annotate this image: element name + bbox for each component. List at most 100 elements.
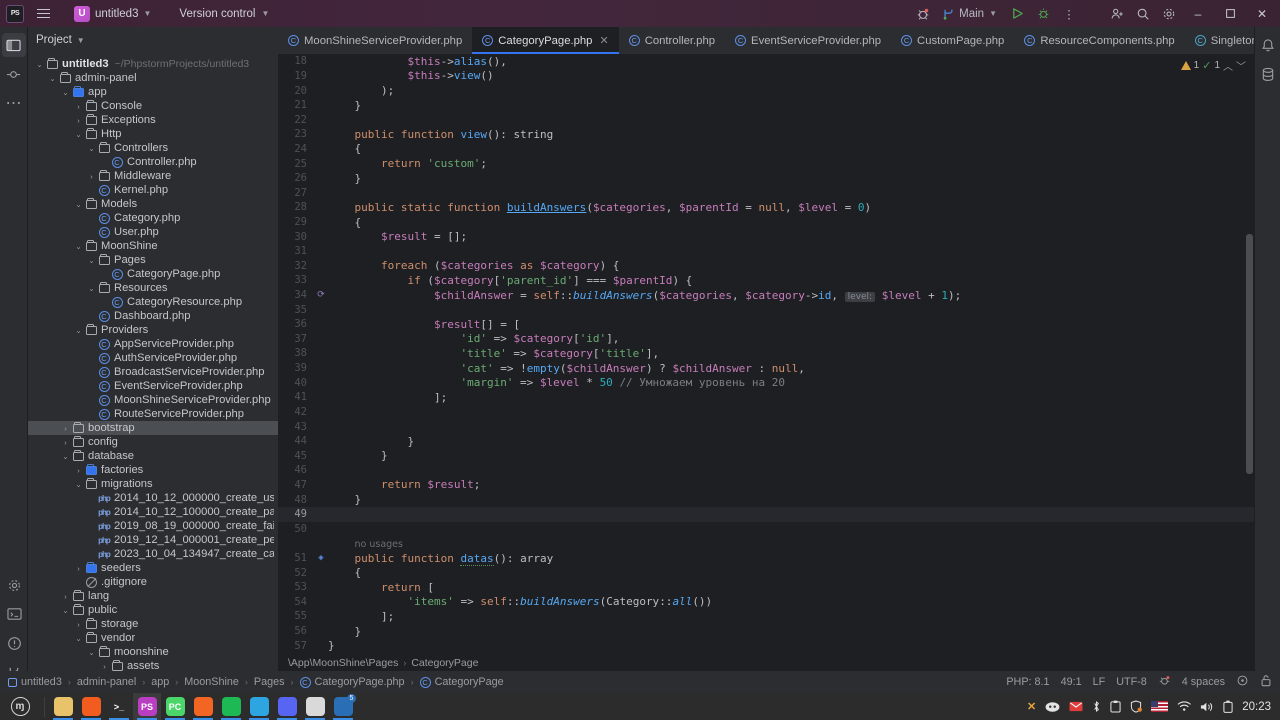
tree-item-http[interactable]: ⌄ Http bbox=[28, 127, 278, 141]
chevron-right-icon[interactable]: › bbox=[73, 116, 84, 125]
lock-status-icon[interactable] bbox=[1260, 674, 1272, 690]
taskbar-clock[interactable]: 20:23 bbox=[1242, 701, 1271, 713]
discord-tray-icon[interactable] bbox=[1045, 701, 1060, 713]
tree-item-pages[interactable]: ⌄ Pages bbox=[28, 253, 278, 267]
code-line[interactable]: 57} bbox=[278, 638, 1254, 653]
pycharm-app[interactable]: PC bbox=[161, 693, 189, 720]
chevron-right-icon[interactable]: › bbox=[73, 620, 84, 629]
chevron-down-icon[interactable]: ⌄ bbox=[60, 606, 71, 615]
tree-item-routeserviceprovider-php[interactable]: C RouteServiceProvider.php bbox=[28, 407, 278, 421]
tree-item-gitignore[interactable]: .gitignore bbox=[28, 575, 278, 589]
bug-icon[interactable] bbox=[910, 3, 936, 25]
code-line[interactable]: 19 $this->view() bbox=[278, 69, 1254, 84]
more-tools-icon[interactable]: ⋯ bbox=[2, 91, 26, 115]
inspections-status-icon[interactable] bbox=[1158, 674, 1171, 690]
terminal-app[interactable]: >_ bbox=[105, 693, 133, 720]
code-line[interactable]: no usages bbox=[278, 536, 1254, 551]
chevron-down-icon[interactable]: ⌄ bbox=[86, 284, 97, 293]
code-lines[interactable]: 18 $this->alias(), 19 $this->view() 20 ); 2… bbox=[278, 54, 1254, 655]
close-tab-icon[interactable]: ✕ bbox=[599, 34, 608, 47]
us-flag-icon[interactable] bbox=[1151, 701, 1169, 712]
code-line[interactable]: 53 return [ bbox=[278, 580, 1254, 595]
start-menu-button[interactable]: ɱ bbox=[0, 693, 40, 720]
breadcrumb-namespace[interactable]: \App\MoonShine\Pages bbox=[288, 657, 398, 669]
tree-item-untitled3[interactable]: ⌄ untitled3 ~/PhpstormProjects/untitled3 bbox=[28, 57, 278, 71]
tree-item-user-php[interactable]: C User.php bbox=[28, 225, 278, 239]
tree-item-appserviceprovider-php[interactable]: C AppServiceProvider.php bbox=[28, 337, 278, 351]
settings-sync-icon[interactable] bbox=[2, 573, 26, 597]
tree-item-2014-10-12-000000-create-users-table[interactable]: php2014_10_12_000000_create_users_table bbox=[28, 491, 278, 505]
code-line[interactable]: 21 } bbox=[278, 98, 1254, 113]
tree-item-seeders[interactable]: › seeders bbox=[28, 561, 278, 575]
terminal-tool-icon[interactable] bbox=[2, 602, 26, 626]
code-line[interactable]: 35 bbox=[278, 302, 1254, 317]
editor-breadcrumb[interactable]: \App\MoonShine\Pages › CategoryPage bbox=[278, 655, 1254, 671]
code-line[interactable]: 49 bbox=[278, 506, 1254, 522]
chevron-down-icon[interactable]: ⌄ bbox=[73, 480, 84, 489]
search-icon[interactable] bbox=[1130, 3, 1156, 25]
tree-item-categoryresource-php[interactable]: C CategoryResource.php bbox=[28, 295, 278, 309]
notifications-bell-icon[interactable] bbox=[1256, 33, 1280, 57]
status-breadcrumb-item[interactable]: MoonShine bbox=[184, 676, 239, 688]
status-breadcrumb-item[interactable]: app bbox=[151, 676, 169, 688]
more-actions-icon[interactable]: ⋮ bbox=[1056, 3, 1082, 25]
code-editor[interactable]: 18 $this->alias(), 19 $this->view() 20 ); 2… bbox=[278, 54, 1254, 655]
chevron-down-icon[interactable]: ⌄ bbox=[73, 242, 84, 251]
tree-item-middleware[interactable]: › Middleware bbox=[28, 169, 278, 183]
code-line[interactable]: 45 } bbox=[278, 448, 1254, 463]
tree-item-kernel-php[interactable]: C Kernel.php bbox=[28, 183, 278, 197]
tree-item-storage[interactable]: › storage bbox=[28, 617, 278, 631]
system-tray[interactable]: ✕ 20:23 bbox=[1027, 700, 1280, 713]
code-line[interactable]: 39 'cat' => !empty($childAnswer) ? $chil… bbox=[278, 361, 1254, 376]
x-icon[interactable]: ✕ bbox=[1027, 700, 1036, 713]
code-line[interactable]: 37 'id' => $category['id'], bbox=[278, 332, 1254, 347]
code-line[interactable]: 48 } bbox=[278, 492, 1254, 507]
tree-item-moonshine[interactable]: ⌄ moonshine bbox=[28, 645, 278, 659]
chevron-down-icon[interactable]: ⌄ bbox=[86, 256, 97, 265]
status-breadcrumb-item[interactable]: Pages bbox=[254, 676, 285, 688]
tree-item-2023-10-04-134947-create-categories[interactable]: php2023_10_04_134947_create_categories_ bbox=[28, 547, 278, 561]
editor-tab-bar[interactable]: C MoonShineServiceProvider.php C CategoryPa… bbox=[278, 27, 1254, 54]
code-line[interactable]: 20 ); bbox=[278, 83, 1254, 98]
code-line[interactable]: 41 ]; bbox=[278, 390, 1254, 405]
code-line[interactable]: 31 bbox=[278, 244, 1254, 259]
tree-item-lang[interactable]: › lang bbox=[28, 589, 278, 603]
chevron-down-icon[interactable]: ⌄ bbox=[34, 60, 45, 69]
telegram-app[interactable] bbox=[245, 693, 273, 720]
prev-problem-icon[interactable]: ︿ bbox=[1223, 58, 1233, 73]
chevron-right-icon[interactable]: › bbox=[99, 662, 110, 671]
code-line[interactable]: 42 bbox=[278, 405, 1254, 420]
chevron-down-icon[interactable]: ⌄ bbox=[86, 144, 97, 153]
editor-tab-singletonresource[interactable]: C SingletonResource.php bbox=[1185, 27, 1254, 54]
code-line[interactable]: 23 public function view(): string bbox=[278, 127, 1254, 142]
chevron-right-icon[interactable]: › bbox=[86, 172, 97, 181]
run-icon[interactable] bbox=[1004, 3, 1030, 25]
code-line[interactable]: 52 { bbox=[278, 565, 1254, 580]
main-menu-icon[interactable] bbox=[30, 2, 56, 26]
taskbar-app-list[interactable]: >_ PS PC 5 bbox=[49, 693, 357, 720]
tree-item-admin-panel[interactable]: ⌄ admin-panel bbox=[28, 71, 278, 85]
code-line[interactable]: 47 return $result; bbox=[278, 478, 1254, 493]
editor-app[interactable] bbox=[189, 693, 217, 720]
code-line[interactable]: 55 ]; bbox=[278, 609, 1254, 624]
project-tree[interactable]: ⌄ untitled3 ~/PhpstormProjects/untitled3 ⌄ a… bbox=[28, 53, 278, 693]
code-line[interactable]: 50 bbox=[278, 522, 1254, 537]
project-selector[interactable]: U untitled3 ▼ bbox=[68, 4, 157, 24]
tree-item-2014-10-12-100000-create-password-re[interactable]: php2014_10_12_100000_create_password_re bbox=[28, 505, 278, 519]
code-line[interactable]: 43 bbox=[278, 419, 1254, 434]
editor-tab-eventserviceprovider[interactable]: C EventServiceProvider.php bbox=[725, 27, 891, 54]
tree-item-exceptions[interactable]: › Exceptions bbox=[28, 113, 278, 127]
status-breadcrumb-item[interactable]: C CategoryPage.php bbox=[299, 676, 405, 688]
tree-item-broadcastserviceprovider-php[interactable]: C BroadcastServiceProvider.php bbox=[28, 365, 278, 379]
chevron-down-icon[interactable]: ⌄ bbox=[86, 648, 97, 657]
code-line[interactable]: 26 } bbox=[278, 171, 1254, 186]
firefox-app[interactable] bbox=[77, 693, 105, 720]
inspection-widget[interactable]: 1 ✓ 1 ︿ ﹀ bbox=[1180, 58, 1246, 73]
project-tool-icon[interactable] bbox=[1, 33, 26, 57]
editor-vertical-scrollbar[interactable] bbox=[1246, 234, 1253, 474]
code-line[interactable]: 24 { bbox=[278, 142, 1254, 157]
code-line[interactable]: 29 { bbox=[278, 215, 1254, 230]
tree-item-public[interactable]: ⌄ public bbox=[28, 603, 278, 617]
chevron-down-icon[interactable]: ⌄ bbox=[73, 200, 84, 209]
maximize-icon[interactable] bbox=[1214, 0, 1246, 27]
